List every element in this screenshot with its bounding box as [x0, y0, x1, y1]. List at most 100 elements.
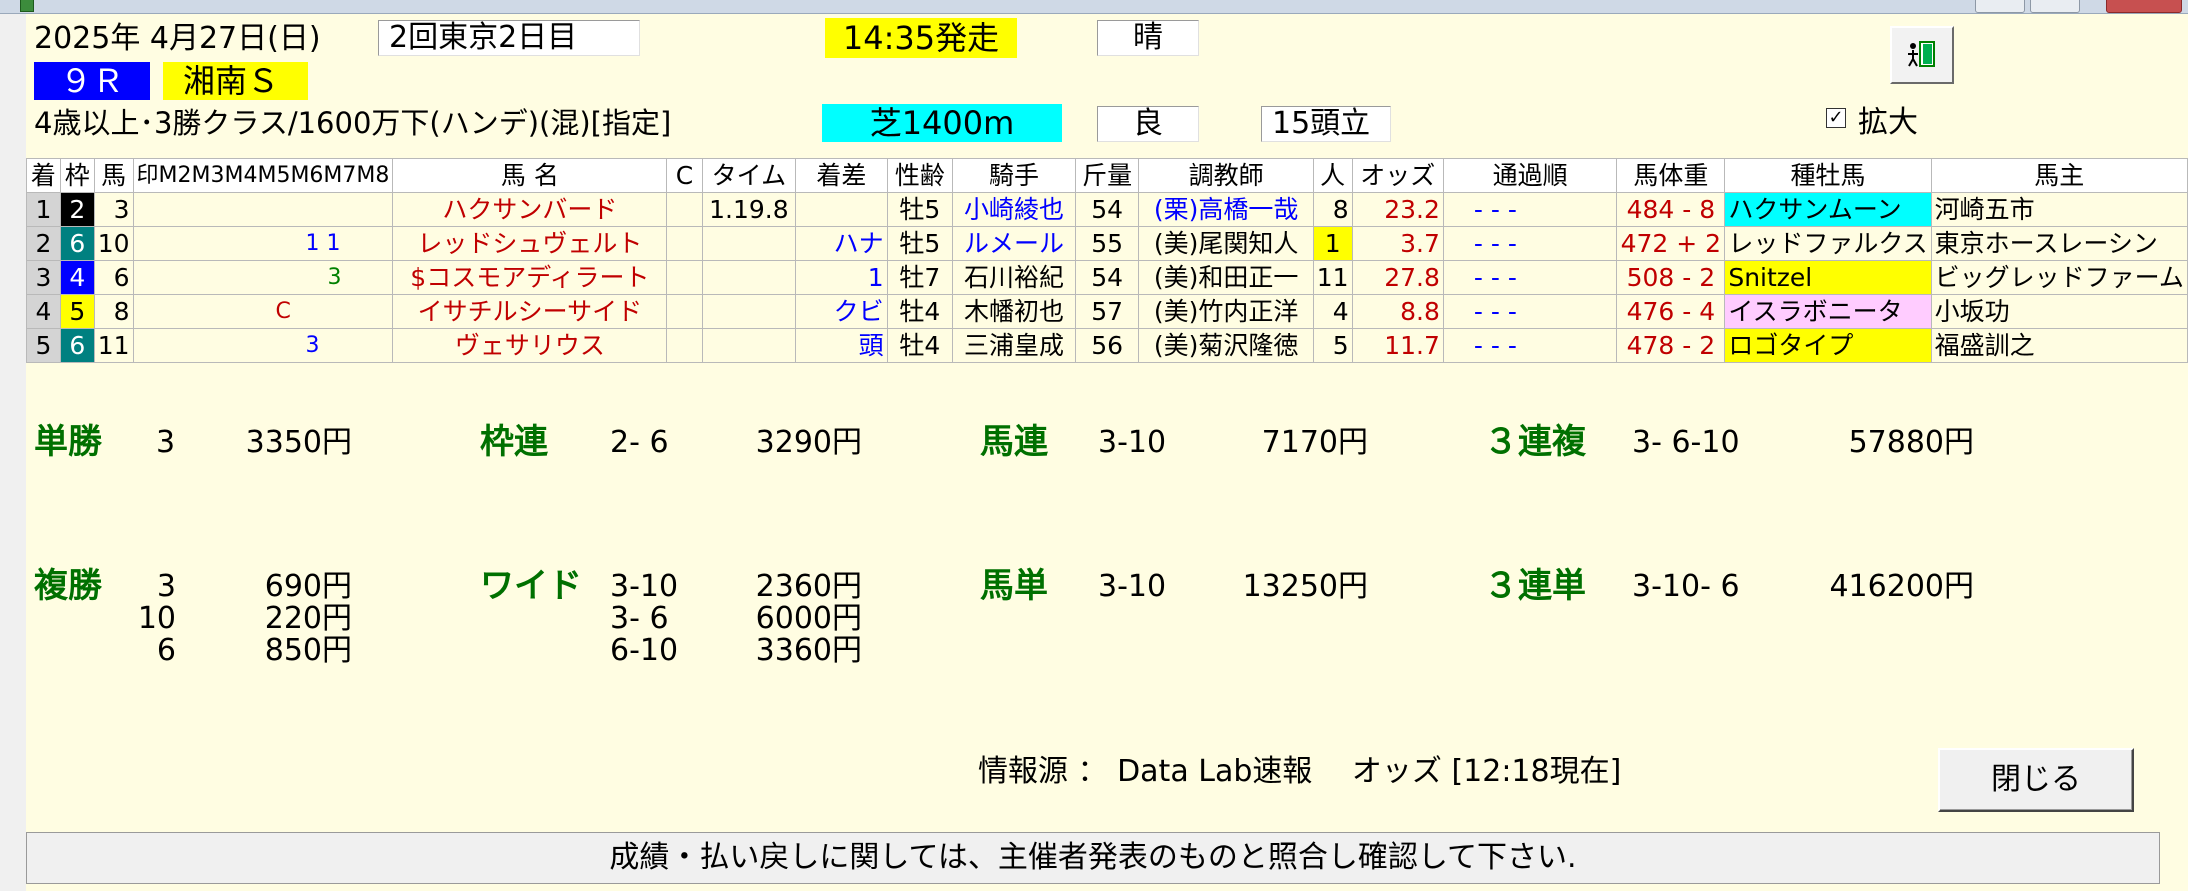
sanrentan-amount: 416200円	[1829, 569, 1974, 604]
window-titlebar	[0, 0, 2188, 14]
sire-cell: Snitzel	[1724, 260, 1932, 295]
sex-age-cell: 牡5	[886, 226, 954, 261]
table-row[interactable]: 4 5 8 C イサチルシーサイド クビ 牡4 木幡初也 57 (美)竹内正洋 …	[26, 294, 2188, 329]
weather: 晴	[1097, 20, 1199, 56]
passing-cell: - - -	[1442, 226, 1618, 261]
table-row[interactable]: 2 6 10 1 1 レッドシュヴェルト ハナ 牡5 ルメール 55 (美)尾関…	[26, 226, 2188, 261]
table-row[interactable]: 3 4 6 3 $コスモアディラート 1 牡7 石川裕紀 54 (美)和田正一 …	[26, 260, 2188, 295]
table-row[interactable]: 5 6 11 3 ヴェサリウス 頭 牡4 三浦皇成 56 (美)菊沢隆徳 5 1…	[26, 328, 2188, 363]
wide-amount: 2360円	[755, 569, 862, 604]
c-cell	[666, 192, 703, 227]
horse-name-cell: レッドシュヴェルト	[392, 226, 668, 261]
margin-cell: 頭	[795, 328, 888, 363]
sanrentan-label: ３連単	[1484, 566, 1586, 606]
sire-cell: ロゴタイプ	[1724, 328, 1932, 363]
track-going: 良	[1097, 106, 1199, 142]
enlarge-checkbox[interactable]: ✓	[1826, 108, 1846, 128]
sanrenpuku-combo: 3- 6-10	[1632, 425, 1740, 460]
margin-cell: ハナ	[795, 226, 888, 261]
passing-cell: - - -	[1442, 294, 1618, 329]
table-row[interactable]: 1 2 3 ハクサンバード 1.19.8 牡5 小崎綾也 54 (栗)高橋一哉 …	[26, 192, 2188, 227]
time-cell	[701, 260, 797, 295]
trainer-cell: (美)和田正一	[1138, 260, 1314, 295]
margin-cell: 1	[795, 260, 888, 295]
close-button[interactable]: 閉じる	[1938, 748, 2134, 812]
tansho-combo: 3	[156, 425, 176, 460]
fukusho-label: 複勝	[34, 566, 102, 606]
time-cell: 1.19.8	[701, 192, 797, 227]
weight-cell: 56	[1074, 328, 1140, 363]
waku-cell: 2	[59, 192, 95, 227]
col-odds: オッズ	[1351, 158, 1444, 193]
odds-cell: 23.2	[1351, 192, 1444, 227]
c-cell	[666, 226, 703, 261]
passing-cell: - - -	[1442, 192, 1618, 227]
popularity-cell: 1	[1312, 226, 1353, 261]
sanrentan-combo: 3-10- 6	[1632, 569, 1740, 604]
marks-cell: 3	[132, 328, 394, 363]
place-cell: 4	[26, 294, 61, 329]
fukusho-combo: 6	[156, 633, 176, 668]
place-cell: 1	[26, 192, 61, 227]
meeting-info: 2回東京2日目	[378, 20, 640, 56]
umaban-cell: 8	[93, 294, 134, 329]
time-cell	[701, 226, 797, 261]
umaren-label: 馬連	[980, 422, 1048, 462]
wide-combo: 3- 6	[610, 601, 669, 636]
col-jockey: 騎手	[952, 158, 1076, 193]
fukusho-amount: 220円	[264, 601, 352, 636]
minimize-button[interactable]	[1975, 0, 2025, 13]
odds-cell: 11.7	[1351, 328, 1444, 363]
col-marks: 印M2M3M4M5M6M7M8	[132, 158, 394, 193]
exit-button[interactable]	[1890, 26, 1954, 84]
col-waku: 枠	[59, 158, 95, 193]
sex-age-cell: 牡7	[886, 260, 954, 295]
margin-cell	[795, 192, 888, 227]
weight-cell: 57	[1074, 294, 1140, 329]
weight-cell: 54	[1074, 192, 1140, 227]
sire-cell: レッドファルクス	[1724, 226, 1932, 261]
col-body-weight: 馬体重	[1616, 158, 1726, 193]
enlarge-label: 拡大	[1858, 105, 1918, 140]
odds-cell: 8.8	[1351, 294, 1444, 329]
jockey-cell: 木幡初也	[952, 294, 1076, 329]
race-conditions: 4歳以上･3勝クラス/1600万下(ハンデ)(混)[指定]	[34, 106, 672, 140]
maximize-button[interactable]	[2030, 0, 2080, 13]
col-margin: 着差	[795, 158, 888, 193]
owner-cell: ビッグレッドファーム	[1930, 260, 2188, 295]
data-source-info: 情報源 ： Data Lab速報 オッズ [12:18現在]	[978, 754, 1622, 789]
body-weight-cell: 476 - 4	[1616, 294, 1726, 329]
umatan-label: 馬単	[980, 566, 1048, 606]
jockey-cell: ルメール	[952, 226, 1076, 261]
body-weight-cell: 478 - 2	[1616, 328, 1726, 363]
col-popularity: 人	[1312, 158, 1353, 193]
time-cell	[701, 328, 797, 363]
umatan-combo: 3-10	[1098, 569, 1167, 604]
marks-cell: 3	[132, 260, 394, 295]
popularity-cell: 8	[1312, 192, 1353, 227]
fukusho-combo: 10	[137, 601, 176, 636]
trainer-cell: (美)尾関知人	[1138, 226, 1314, 261]
horse-name-cell: $コスモアディラート	[392, 260, 668, 295]
waku-cell: 4	[59, 260, 95, 295]
col-horse-name: 馬 名	[392, 158, 668, 193]
popularity-cell: 11	[1312, 260, 1353, 295]
horse-name-cell: ハクサンバード	[392, 192, 668, 227]
c-cell	[666, 260, 703, 295]
sanrenpuku-amount: 57880円	[1848, 425, 1974, 460]
passing-cell: - - -	[1442, 328, 1618, 363]
body-weight-cell: 472 + 2	[1616, 226, 1726, 261]
fukusho-amount: 690円	[264, 569, 352, 604]
col-sex-age: 性齢	[886, 158, 954, 193]
wide-combo: 3-10	[610, 569, 679, 604]
close-window-button[interactable]	[2106, 0, 2182, 13]
marks-cell: C	[132, 294, 394, 329]
course-distance: 芝1400m	[822, 104, 1062, 142]
marks-cell: 1 1	[132, 226, 394, 261]
wakuren-amount: 3290円	[755, 425, 862, 460]
wide-amount: 6000円	[755, 601, 862, 636]
col-weight: 斤量	[1074, 158, 1140, 193]
horse-name-cell: ヴェサリウス	[392, 328, 668, 363]
weight-cell: 54	[1074, 260, 1140, 295]
wide-label: ワイド	[480, 566, 582, 606]
